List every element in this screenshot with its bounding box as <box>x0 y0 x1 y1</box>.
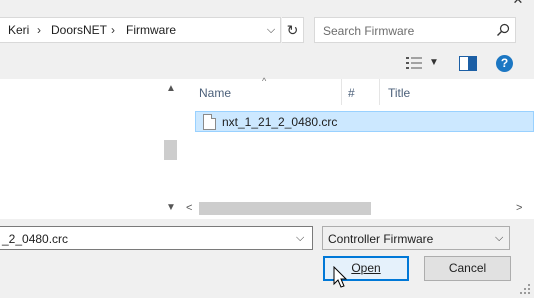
sort-ascending-icon: ^ <box>262 76 267 86</box>
column-divider[interactable] <box>379 79 380 105</box>
chevron-down-icon[interactable]: ⌵ <box>296 232 304 245</box>
cancel-button[interactable]: Cancel <box>424 256 511 281</box>
navigation-pane[interactable] <box>0 79 162 219</box>
breadcrumb-firmware[interactable]: Firmware <box>126 23 176 37</box>
chevron-down-icon[interactable]: ⌵ <box>265 23 277 37</box>
file-row[interactable]: nxt_1_21_2_0480.crc <box>195 111 534 132</box>
column-divider[interactable] <box>341 79 342 105</box>
view-dropdown-icon[interactable]: ▼ <box>429 57 439 68</box>
search-placeholder: Search Firmware <box>323 24 415 38</box>
search-input[interactable]: Search Firmware <box>314 17 516 43</box>
file-type-select[interactable]: Controller Firmware ⌵ <box>322 226 510 250</box>
chevron-down-icon[interactable]: ⌵ <box>495 232 503 245</box>
file-icon <box>203 114 216 130</box>
file-list[interactable]: ^ Name # Title nxt_1_21_2_0480.crc <box>186 76 534 219</box>
close-icon[interactable]: ✕ <box>510 0 526 6</box>
scroll-left-icon[interactable]: < <box>186 202 192 214</box>
breadcrumb-keri[interactable]: Keri <box>8 23 29 37</box>
toolbar: ▼ <box>0 49 534 79</box>
breadcrumb-separator[interactable]: › <box>37 23 41 37</box>
scroll-down-icon[interactable]: ▼ <box>166 202 176 213</box>
column-header-number[interactable]: # <box>348 86 355 100</box>
breadcrumb-separator[interactable]: › <box>111 23 115 37</box>
open-button-label: Open <box>351 261 381 275</box>
column-header-title[interactable]: Title <box>388 86 410 100</box>
help-icon[interactable]: ? <box>496 55 513 72</box>
file-name-field[interactable]: _2_0480.crc ⌵ <box>0 226 313 250</box>
resize-grip-icon[interactable] <box>518 282 532 296</box>
file-type-value[interactable]: Controller Firmware <box>328 232 433 246</box>
scroll-thumb[interactable] <box>164 140 177 160</box>
content-area: ▲ ▼ ^ Name # Title nxt_1_21_2_0480.crc <box>0 76 534 219</box>
breadcrumb-doorsnet[interactable]: DoorsNET <box>51 23 107 37</box>
file-name: nxt_1_21_2_0480.crc <box>222 115 338 129</box>
hscroll-thumb[interactable] <box>199 202 371 215</box>
nav-scrollbar[interactable]: ▲ ▼ <box>162 79 179 219</box>
scroll-up-icon[interactable]: ▲ <box>166 83 176 94</box>
file-name-value[interactable]: _2_0480.crc <box>2 232 68 246</box>
search-icon[interactable] <box>495 22 511 38</box>
preview-pane-icon[interactable] <box>459 56 477 71</box>
column-header-name[interactable]: Name <box>199 86 231 100</box>
file-list-hscrollbar[interactable]: < > <box>186 200 534 217</box>
details-view-icon[interactable] <box>405 56 423 70</box>
scroll-right-icon[interactable]: > <box>516 202 522 214</box>
mouse-cursor-icon <box>333 266 347 288</box>
address-bar[interactable]: Keri › DoorsNET › Firmware ⌵ <box>0 17 281 43</box>
refresh-button[interactable]: ↻ <box>282 17 304 43</box>
